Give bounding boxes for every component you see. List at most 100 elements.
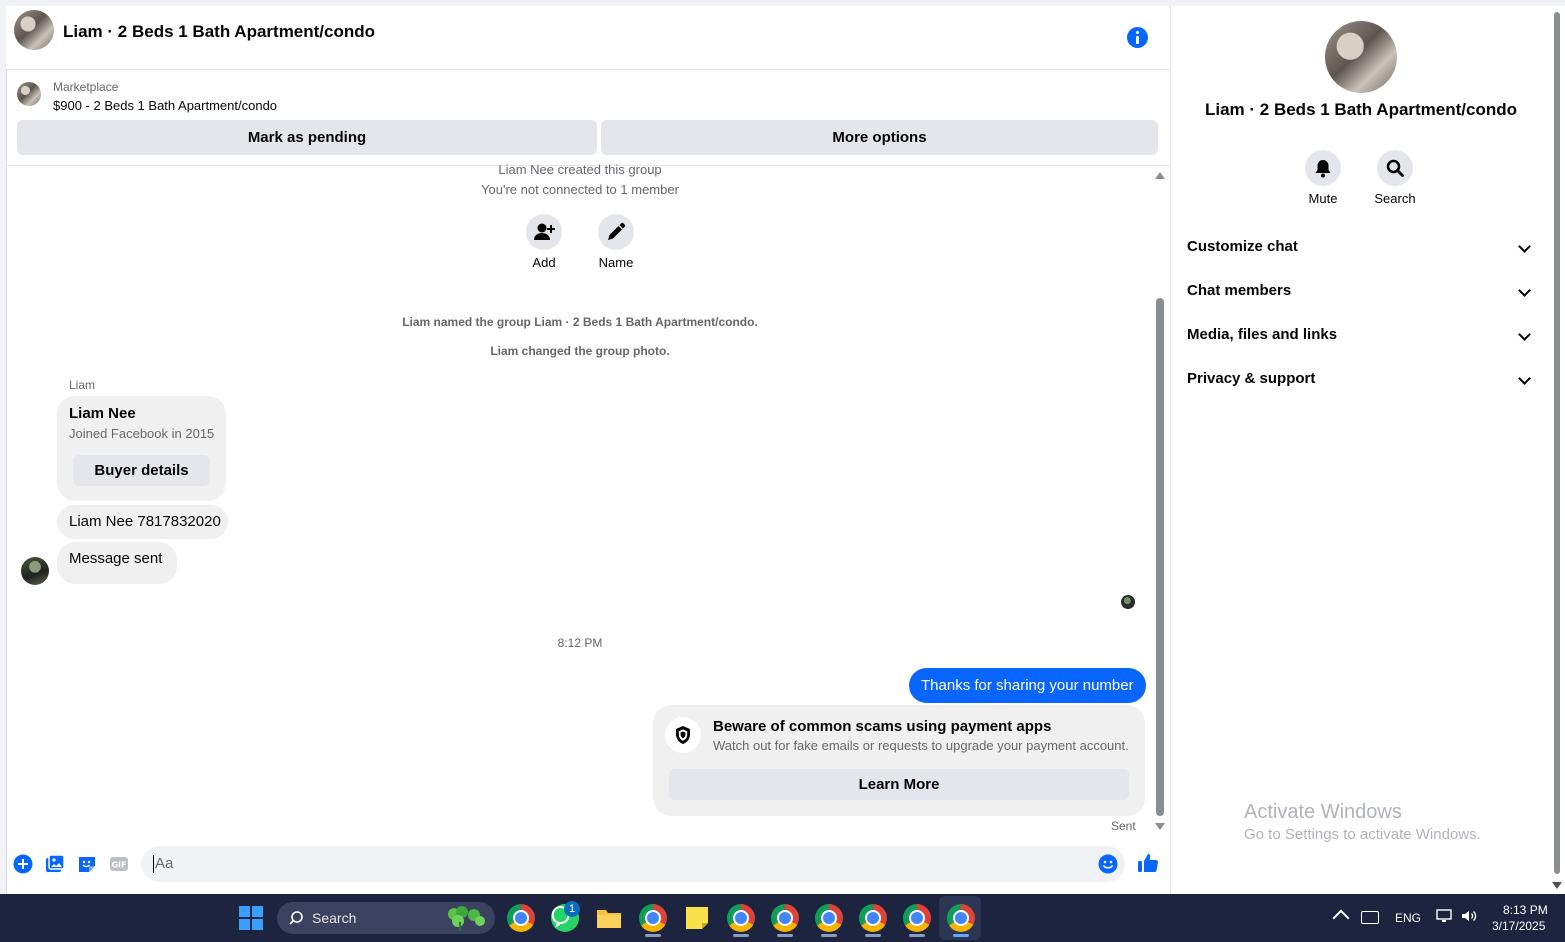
photo-icon[interactable] xyxy=(45,854,65,874)
app-running-indicator xyxy=(645,934,661,937)
chrome-icon[interactable] xyxy=(859,904,887,932)
not-connected-text: You're not connected to 1 member xyxy=(481,182,679,197)
chrome-icon[interactable] xyxy=(815,904,843,932)
whatsapp-badge: 1 xyxy=(564,901,580,917)
chrome-icon[interactable] xyxy=(947,904,975,932)
bell-icon xyxy=(1315,160,1331,178)
mute-label: Mute xyxy=(1308,191,1338,206)
chrome-icon[interactable] xyxy=(903,904,931,932)
changed-photo-text: Liam changed the group photo. xyxy=(490,344,670,358)
chrome-icon[interactable] xyxy=(639,904,667,932)
buyer-name: Liam Nee xyxy=(69,405,136,422)
activate-windows-text: Go to Settings to activate Windows. xyxy=(1244,826,1481,843)
message-bubble[interactable]: Message sent xyxy=(57,542,177,584)
activate-windows-title: Activate Windows xyxy=(1244,801,1402,823)
page-scrollbar-thumb[interactable] xyxy=(1554,12,1560,874)
learn-more-button[interactable]: Learn More xyxy=(669,769,1129,800)
chevron-down-icon xyxy=(1518,372,1531,385)
buyer-details-button[interactable]: Buyer details xyxy=(73,455,210,486)
listing-thumbnail[interactable] xyxy=(17,82,41,106)
section-privacy-support[interactable]: Privacy & support xyxy=(1187,370,1537,394)
group-created-text: Liam Nee created this group xyxy=(498,162,662,177)
chevron-down-icon xyxy=(1518,328,1531,341)
section-label: Privacy & support xyxy=(1187,370,1316,387)
section-chat-members[interactable]: Chat members xyxy=(1187,282,1537,306)
marketplace-label: Marketplace xyxy=(53,80,119,94)
message-input[interactable] xyxy=(141,846,1125,882)
app-running-indicator xyxy=(909,934,925,937)
emoji-icon[interactable] xyxy=(1098,854,1118,874)
sender-avatar[interactable] xyxy=(21,557,49,585)
language-indicator[interactable]: ENG xyxy=(1395,911,1421,925)
plus-circle-icon[interactable] xyxy=(13,854,33,874)
app-running-indicator xyxy=(865,934,881,937)
svg-text:GIF: GIF xyxy=(111,861,126,870)
thumbs-up-icon[interactable] xyxy=(1137,852,1159,874)
message-bubble[interactable]: Liam Nee 7817832020 xyxy=(57,505,228,539)
add-member-button[interactable] xyxy=(526,214,562,250)
mark-pending-button[interactable]: Mark as pending xyxy=(17,120,597,155)
message-status: Sent xyxy=(1111,819,1136,833)
page-scroll-down-arrow[interactable] xyxy=(1552,882,1562,889)
app-running-indicator xyxy=(777,934,793,937)
active-app-indicator xyxy=(953,934,969,937)
network-icon[interactable] xyxy=(1436,909,1452,923)
taskbar-search-label: Search xyxy=(312,910,357,926)
file-explorer-icon[interactable] xyxy=(595,904,623,932)
message-input-placeholder: Aa xyxy=(153,855,174,873)
info-icon[interactable] xyxy=(1127,27,1148,48)
windows-start-icon[interactable] xyxy=(239,906,263,930)
chat-scrollbar-thumb[interactable] xyxy=(1156,298,1164,816)
shield-icon xyxy=(676,726,690,744)
outgoing-message[interactable]: Thanks for sharing your number xyxy=(909,668,1146,703)
more-options-button[interactable]: More options xyxy=(601,120,1158,155)
section-label: Chat members xyxy=(1187,282,1292,299)
scroll-up-arrow[interactable] xyxy=(1155,172,1165,179)
app-running-indicator xyxy=(821,934,837,937)
section-media-files-links[interactable]: Media, files and links xyxy=(1187,326,1537,350)
buyer-joined: Joined Facebook in 2015 xyxy=(69,426,215,441)
sticker-icon[interactable] xyxy=(77,854,97,874)
search-icon xyxy=(288,910,304,926)
timestamp: 8:12 PM xyxy=(557,636,603,650)
group-photo[interactable] xyxy=(1325,21,1397,93)
add-label: Add xyxy=(532,255,556,270)
add-person-icon xyxy=(534,223,555,240)
sender-name: Liam xyxy=(69,378,96,392)
chevron-down-icon xyxy=(1518,240,1531,253)
named-group-text: Liam named the group Liam · 2 Beds 1 Bat… xyxy=(402,315,758,329)
message-text: Liam Nee 7817832020 xyxy=(69,513,221,530)
chat-info-panel xyxy=(1170,6,1553,894)
app-running-indicator xyxy=(733,934,749,937)
scam-warning-title: Beware of common scams using payment app… xyxy=(713,718,1052,735)
scroll-down-arrow[interactable] xyxy=(1155,823,1165,830)
group-avatar[interactable] xyxy=(14,10,54,50)
name-group-button[interactable] xyxy=(598,214,634,250)
chrome-icon[interactable] xyxy=(727,904,755,932)
shield-icon-wrap xyxy=(665,717,701,753)
chrome-icon[interactable] xyxy=(771,904,799,932)
clock-time[interactable]: 8:13 PM xyxy=(1503,903,1548,917)
mute-button[interactable] xyxy=(1305,150,1341,186)
section-label: Media, files and links xyxy=(1187,326,1338,343)
seen-avatar xyxy=(1121,595,1135,609)
chrome-icon[interactable] xyxy=(507,904,535,932)
search-icon xyxy=(1386,159,1404,177)
scam-warning-text: Watch out for fake emails or requests to… xyxy=(713,738,1129,753)
gif-icon[interactable]: GIF xyxy=(109,854,129,874)
chat-title[interactable]: Liam · 2 Beds 1 Bath Apartment/condo xyxy=(63,22,375,42)
section-label: Customize chat xyxy=(1187,238,1298,255)
chevron-down-icon xyxy=(1518,284,1531,297)
message-text: Message sent xyxy=(69,550,163,567)
sticky-notes-icon[interactable] xyxy=(683,904,711,932)
search-label: Search xyxy=(1374,191,1416,206)
keyboard-icon[interactable] xyxy=(1361,911,1379,924)
listing-title[interactable]: $900 - 2 Beds 1 Bath Apartment/condo xyxy=(53,98,277,113)
section-customize-chat[interactable]: Customize chat xyxy=(1187,238,1537,262)
clock-date[interactable]: 3/17/2025 xyxy=(1492,919,1545,933)
search-button[interactable] xyxy=(1377,150,1413,186)
volume-icon[interactable] xyxy=(1461,909,1477,923)
panel-chat-title: Liam · 2 Beds 1 Bath Apartment/condo xyxy=(1204,100,1518,119)
name-label: Name xyxy=(598,255,634,270)
window-left-border xyxy=(0,6,7,894)
